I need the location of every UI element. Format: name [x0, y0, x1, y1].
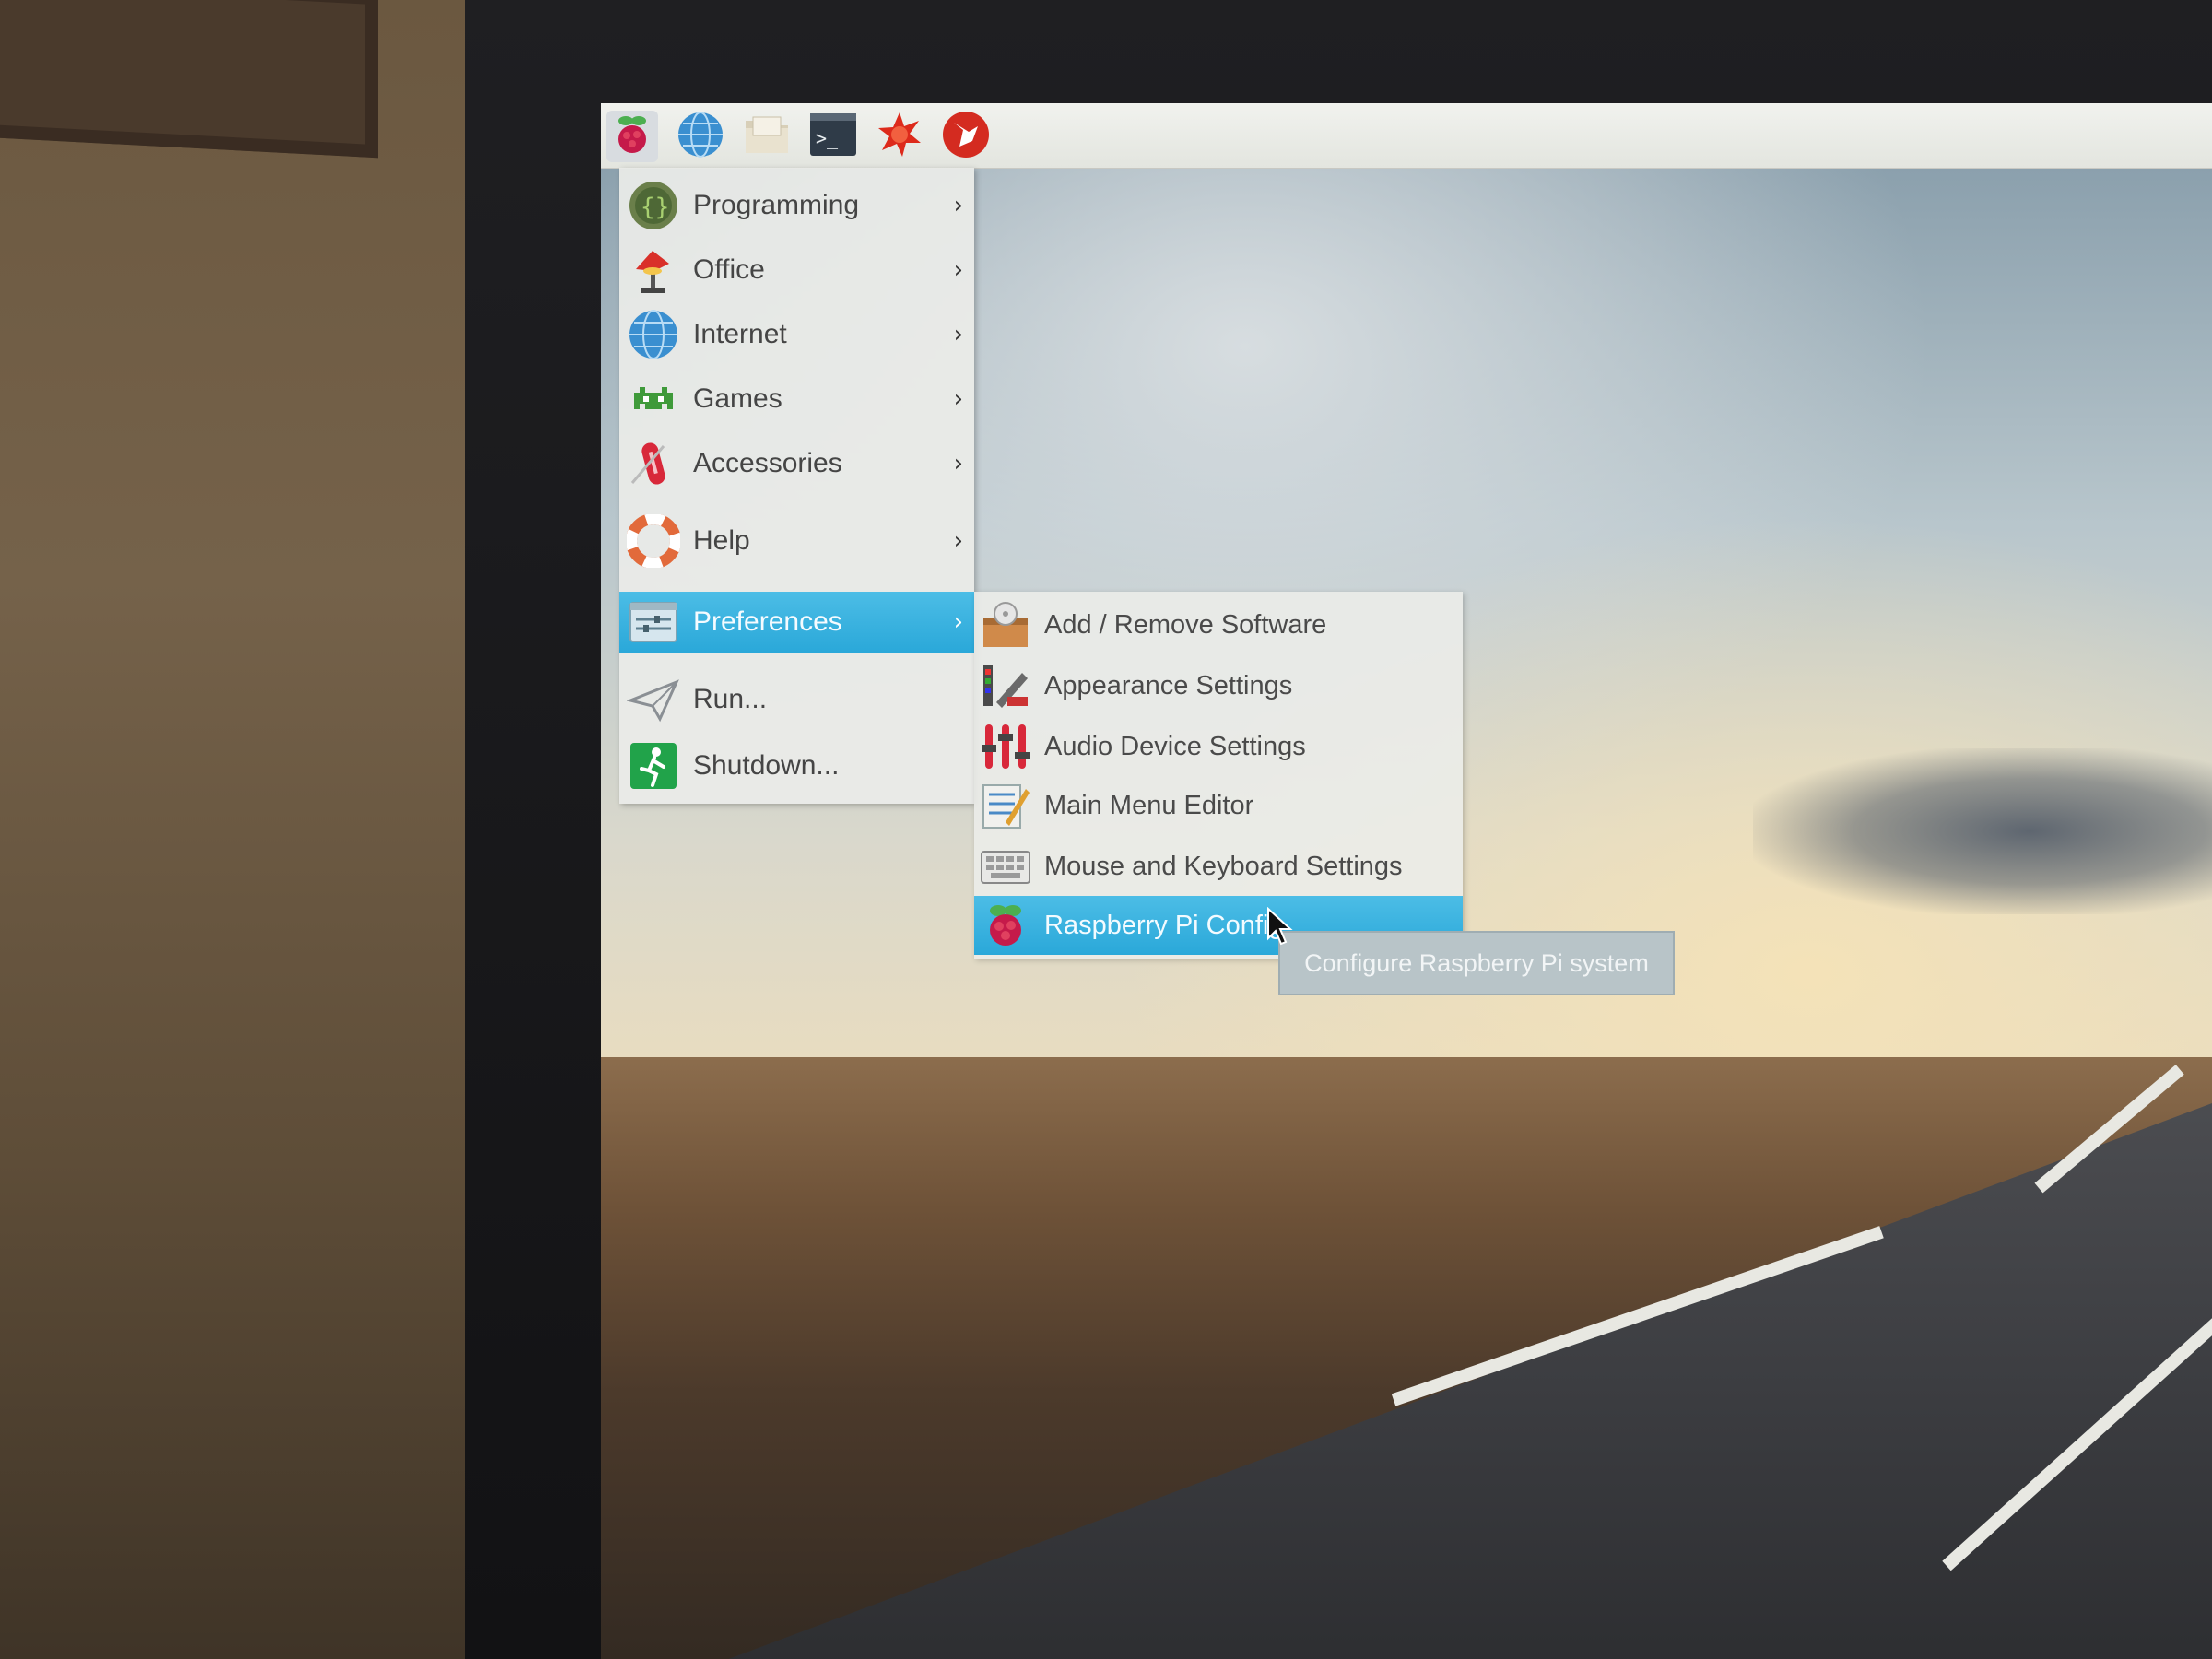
internet-icon: [627, 308, 680, 361]
menu-editor-icon: [980, 780, 1031, 831]
raspberry-menu-button[interactable]: [606, 111, 658, 162]
menu-item-internet[interactable]: Internet ›: [619, 304, 974, 365]
wolfram-button[interactable]: [940, 111, 992, 162]
chevron-right-icon: ›: [953, 321, 963, 348]
menu-item-label: Internet: [693, 319, 787, 349]
mathematica-button[interactable]: [874, 111, 925, 162]
keyboard-icon: [980, 841, 1031, 892]
preferences-submenu: Add / Remove Software Appearance Setting…: [974, 592, 1463, 959]
raspberry-config-icon: [980, 900, 1031, 951]
picture-frame: [0, 0, 378, 159]
help-icon: [626, 513, 681, 569]
web-browser-icon: [676, 110, 725, 163]
menu-item-run[interactable]: Run...: [619, 669, 974, 730]
submenu-item-audio-device-settings[interactable]: Audio Device Settings: [974, 717, 1463, 776]
menu-item-preferences[interactable]: Preferences ›: [619, 592, 974, 653]
svg-text:>_: >_: [816, 127, 839, 149]
menu-item-label: Office: [693, 254, 765, 285]
menu-item-programming[interactable]: {} Programming ›: [619, 175, 974, 236]
submenu-item-main-menu-editor[interactable]: Main Menu Editor: [974, 776, 1463, 835]
menu-item-label: Games: [693, 383, 782, 414]
menu-item-label: Run...: [693, 684, 768, 714]
submenu-item-label: Add / Remove Software: [1044, 609, 1327, 640]
run-icon: [626, 673, 680, 726]
tooltip: Configure Raspberry Pi system: [1278, 931, 1675, 995]
chevron-right-icon: ›: [953, 450, 963, 477]
tooltip-text: Configure Raspberry Pi system: [1304, 948, 1649, 977]
office-icon: [627, 243, 680, 297]
programming-icon: {}: [627, 179, 680, 232]
main-menu: {} Programming › Office › Internet › Gam…: [619, 168, 974, 804]
menu-item-label: Shutdown...: [693, 750, 840, 781]
terminal-icon: >_: [808, 110, 858, 163]
chevron-right-icon: ›: [953, 385, 963, 413]
submenu-item-appearance-settings[interactable]: Appearance Settings: [974, 656, 1463, 715]
menu-item-office[interactable]: Office ›: [619, 240, 974, 300]
chevron-right-icon: ›: [953, 527, 963, 555]
submenu-item-label: Appearance Settings: [1044, 670, 1293, 700]
wolfram-icon: [941, 110, 991, 163]
menu-item-label: Accessories: [693, 448, 842, 478]
web-browser-button[interactable]: [675, 111, 726, 162]
games-icon: [627, 372, 680, 426]
appearance-icon: [980, 660, 1031, 712]
menu-item-label: Preferences: [693, 606, 842, 637]
software-icon: [980, 599, 1031, 651]
chevron-right-icon: ›: [953, 192, 963, 219]
svg-text:{}: {}: [641, 194, 669, 221]
file-manager-icon: [742, 110, 792, 163]
submenu-item-mouse-keyboard-settings[interactable]: Mouse and Keyboard Settings: [974, 837, 1463, 896]
menu-item-help[interactable]: Help ›: [619, 511, 974, 571]
raspberry-menu-icon: [607, 110, 657, 163]
menu-item-games[interactable]: Games ›: [619, 369, 974, 429]
menu-item-accessories[interactable]: Accessories ›: [619, 433, 974, 494]
mathematica-icon: [875, 110, 924, 163]
menu-item-label: Help: [693, 525, 750, 556]
preferences-icon: [627, 595, 680, 649]
file-manager-button[interactable]: [741, 111, 793, 162]
submenu-item-label: Audio Device Settings: [1044, 731, 1306, 761]
accessories-icon: [627, 437, 680, 490]
menu-item-label: Programming: [693, 190, 860, 220]
menu-item-shutdown[interactable]: Shutdown...: [619, 735, 974, 796]
desktop-screen: >_ {} Programming › Office › Internet › …: [601, 103, 2212, 1659]
chevron-right-icon: ›: [953, 256, 963, 284]
submenu-item-label: Main Menu Editor: [1044, 790, 1254, 820]
submenu-item-label: Raspberry Pi Config: [1044, 910, 1284, 940]
shutdown-icon: [627, 739, 680, 793]
submenu-item-add-remove-software[interactable]: Add / Remove Software: [974, 595, 1463, 654]
mouse-cursor-icon: [1266, 906, 1294, 946]
wallpaper-clouds: [1753, 748, 2212, 914]
room-wall: [0, 0, 516, 1659]
audio-icon: [980, 721, 1031, 772]
chevron-right-icon: ›: [953, 608, 963, 636]
submenu-item-label: Mouse and Keyboard Settings: [1044, 851, 1403, 881]
taskbar: >_: [601, 103, 2212, 169]
terminal-button[interactable]: >_: [807, 111, 859, 162]
